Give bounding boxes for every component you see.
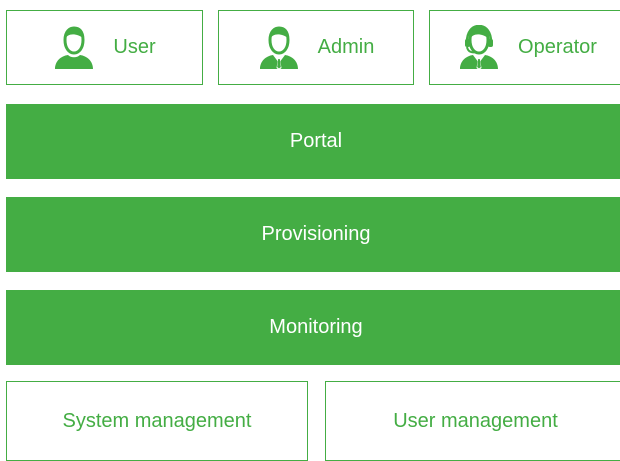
layer-portal: Portal (6, 104, 620, 179)
role-box-operator: Operator (429, 10, 620, 85)
user-icon (53, 25, 95, 71)
role-box-admin: Admin (218, 10, 414, 85)
label-system-management: System management (62, 409, 252, 432)
layer-label-monitoring: Monitoring (269, 316, 363, 338)
box-user-management: User management (325, 381, 620, 461)
operator-icon (458, 24, 500, 71)
role-label-admin: Admin (317, 36, 375, 58)
role-box-user: User (6, 10, 203, 85)
role-label-user: User (113, 36, 156, 58)
role-label-operator: Operator (518, 36, 597, 58)
box-system-management: System management (6, 381, 308, 461)
label-user-management: User management (393, 409, 558, 432)
layer-label-provisioning: Provisioning (261, 223, 371, 245)
admin-icon (258, 25, 300, 71)
layer-monitoring: Monitoring (6, 290, 620, 365)
layer-label-portal: Portal (289, 130, 343, 152)
layer-provisioning: Provisioning (6, 197, 620, 272)
